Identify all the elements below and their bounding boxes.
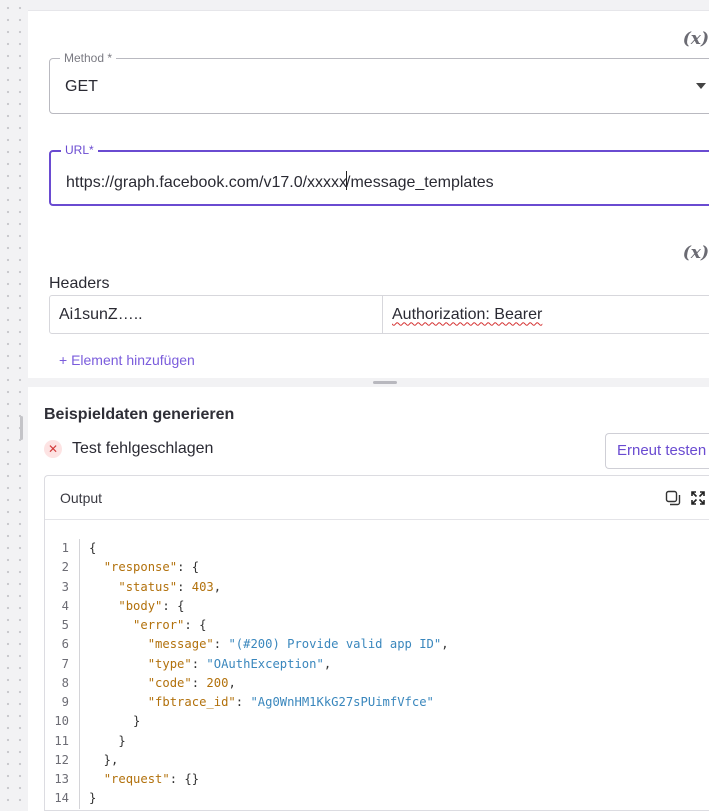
output-header: Output bbox=[45, 476, 709, 520]
gutter-divider bbox=[79, 750, 80, 770]
headers-label: Headers bbox=[49, 275, 110, 292]
code-line: 7 "type": "OAuthException", bbox=[45, 654, 709, 674]
header-key-text: Authorization: Bearer bbox=[392, 305, 543, 323]
gutter-divider bbox=[79, 712, 80, 732]
chevron-down-icon[interactable] bbox=[696, 83, 706, 89]
url-label: URL* bbox=[61, 143, 98, 157]
code-text: "status": 403, bbox=[118, 579, 222, 594]
sample-data-panel: Beispieldaten generieren ✕ Test fehlgesc… bbox=[28, 387, 709, 811]
code-line: 9 "fbtrace_id": "Ag0WnHM1KkG27sPUimfVfce… bbox=[45, 693, 709, 713]
code-line: 4 "body": { bbox=[45, 596, 709, 616]
gutter-divider bbox=[79, 654, 80, 674]
code-text: "fbtrace_id": "Ag0WnHM1KkG27sPUimfVfce" bbox=[147, 695, 434, 709]
gutter-divider bbox=[79, 693, 80, 713]
method-select[interactable]: Method * GET bbox=[49, 51, 709, 114]
code-text: "request": {} bbox=[103, 772, 200, 786]
line-number: 9 bbox=[61, 695, 69, 709]
code-line: 2 "response": { bbox=[45, 558, 709, 578]
gutter-divider bbox=[79, 558, 80, 578]
code-text: { bbox=[89, 541, 97, 555]
code-text: "response": { bbox=[103, 560, 200, 575]
test-status: ✕ Test fehlgeschlagen bbox=[44, 440, 213, 458]
gutter-divider bbox=[79, 789, 80, 809]
method-label: Method * bbox=[60, 51, 117, 65]
line-number: 13 bbox=[54, 772, 69, 786]
line-number: 4 bbox=[61, 598, 69, 613]
code-line: 12 }, bbox=[45, 750, 709, 770]
expand-icon[interactable] bbox=[691, 491, 705, 505]
line-number: 2 bbox=[61, 560, 69, 575]
line-number: 12 bbox=[54, 752, 69, 767]
code-line: 5 "error": { bbox=[45, 616, 709, 636]
method-value: GET bbox=[65, 78, 98, 95]
header-key-input[interactable]: Authorization: Bearer bbox=[383, 296, 709, 333]
code-text: }, bbox=[89, 752, 119, 767]
header-value-input[interactable]: Ai1sunZ….. bbox=[50, 296, 383, 333]
line-number: 3 bbox=[61, 579, 69, 594]
section-title: Beispieldaten generieren bbox=[44, 406, 235, 423]
code-line: 11 } bbox=[45, 731, 709, 751]
json-code-view: 1{2 "response": {3 "status": 403, 4 "body… bbox=[45, 539, 709, 809]
panel-resize-grip[interactable] bbox=[373, 381, 397, 384]
code-text: } bbox=[89, 733, 126, 748]
fx-variable-icon[interactable]: (x) bbox=[683, 29, 709, 49]
line-number: 6 bbox=[61, 637, 69, 652]
error-x-icon: ✕ bbox=[44, 440, 62, 458]
line-number: 11 bbox=[54, 733, 69, 748]
add-element-link[interactable]: + Element hinzufügen bbox=[59, 352, 195, 368]
line-number: 1 bbox=[61, 541, 69, 555]
code-line: 8 "code": 200, bbox=[45, 673, 709, 693]
line-number: 14 bbox=[54, 791, 69, 806]
url-value: https://graph.facebook.com/v17.0/xxxxx/m… bbox=[66, 171, 494, 192]
status-text: Test fehlgeschlagen bbox=[72, 440, 214, 457]
code-text: "message": "(#200) Provide valid app ID"… bbox=[147, 637, 449, 652]
line-number: 7 bbox=[61, 656, 69, 671]
code-text: "code": 200, bbox=[147, 675, 236, 690]
gutter-divider bbox=[79, 616, 80, 636]
code-line: 13 "request": {} bbox=[45, 770, 709, 790]
url-value-part: https://graph.facebook.com/v17.0/xxxxx bbox=[66, 174, 348, 191]
fx-variable-icon[interactable]: (x) bbox=[683, 243, 709, 263]
code-line: 14} bbox=[45, 789, 709, 809]
line-number: 8 bbox=[61, 675, 69, 690]
gutter-divider bbox=[79, 539, 80, 559]
line-number: 5 bbox=[61, 618, 69, 632]
code-text: "error": { bbox=[133, 618, 207, 632]
copy-icon[interactable] bbox=[665, 490, 681, 506]
gutter-divider bbox=[79, 577, 80, 597]
code-text: "type": "OAuthException", bbox=[147, 656, 332, 671]
url-field[interactable]: URL* https://graph.facebook.com/v17.0/xx… bbox=[49, 143, 709, 206]
url-value-part: /message_templates bbox=[346, 174, 494, 191]
gutter-divider bbox=[79, 596, 80, 616]
code-text: "body": { bbox=[118, 598, 185, 613]
gutter-divider bbox=[79, 635, 80, 655]
gutter-divider bbox=[79, 770, 80, 790]
code-text: } bbox=[89, 791, 97, 806]
code-line: 6 "message": "(#200) Provide valid app I… bbox=[45, 635, 709, 655]
resize-handle-left[interactable] bbox=[20, 416, 23, 440]
line-number: 10 bbox=[54, 714, 69, 729]
retry-test-button[interactable]: Erneut testen bbox=[605, 433, 709, 469]
code-text: } bbox=[89, 714, 141, 729]
code-line: 3 "status": 403, bbox=[45, 577, 709, 597]
output-title: Output bbox=[60, 489, 103, 506]
gutter-divider bbox=[79, 673, 80, 693]
code-line: 10 } bbox=[45, 712, 709, 732]
request-config-panel: (x) Method * GET URL* https://graph.face… bbox=[28, 10, 709, 378]
code-line: 1{ bbox=[45, 539, 709, 559]
gutter-divider bbox=[79, 731, 80, 751]
output-panel: Output 1{2 "response": {3 "status": 403,… bbox=[44, 475, 709, 811]
header-row: Ai1sunZ….. Authorization: Bearer bbox=[49, 295, 709, 334]
left-dotted-rail bbox=[0, 0, 22, 811]
